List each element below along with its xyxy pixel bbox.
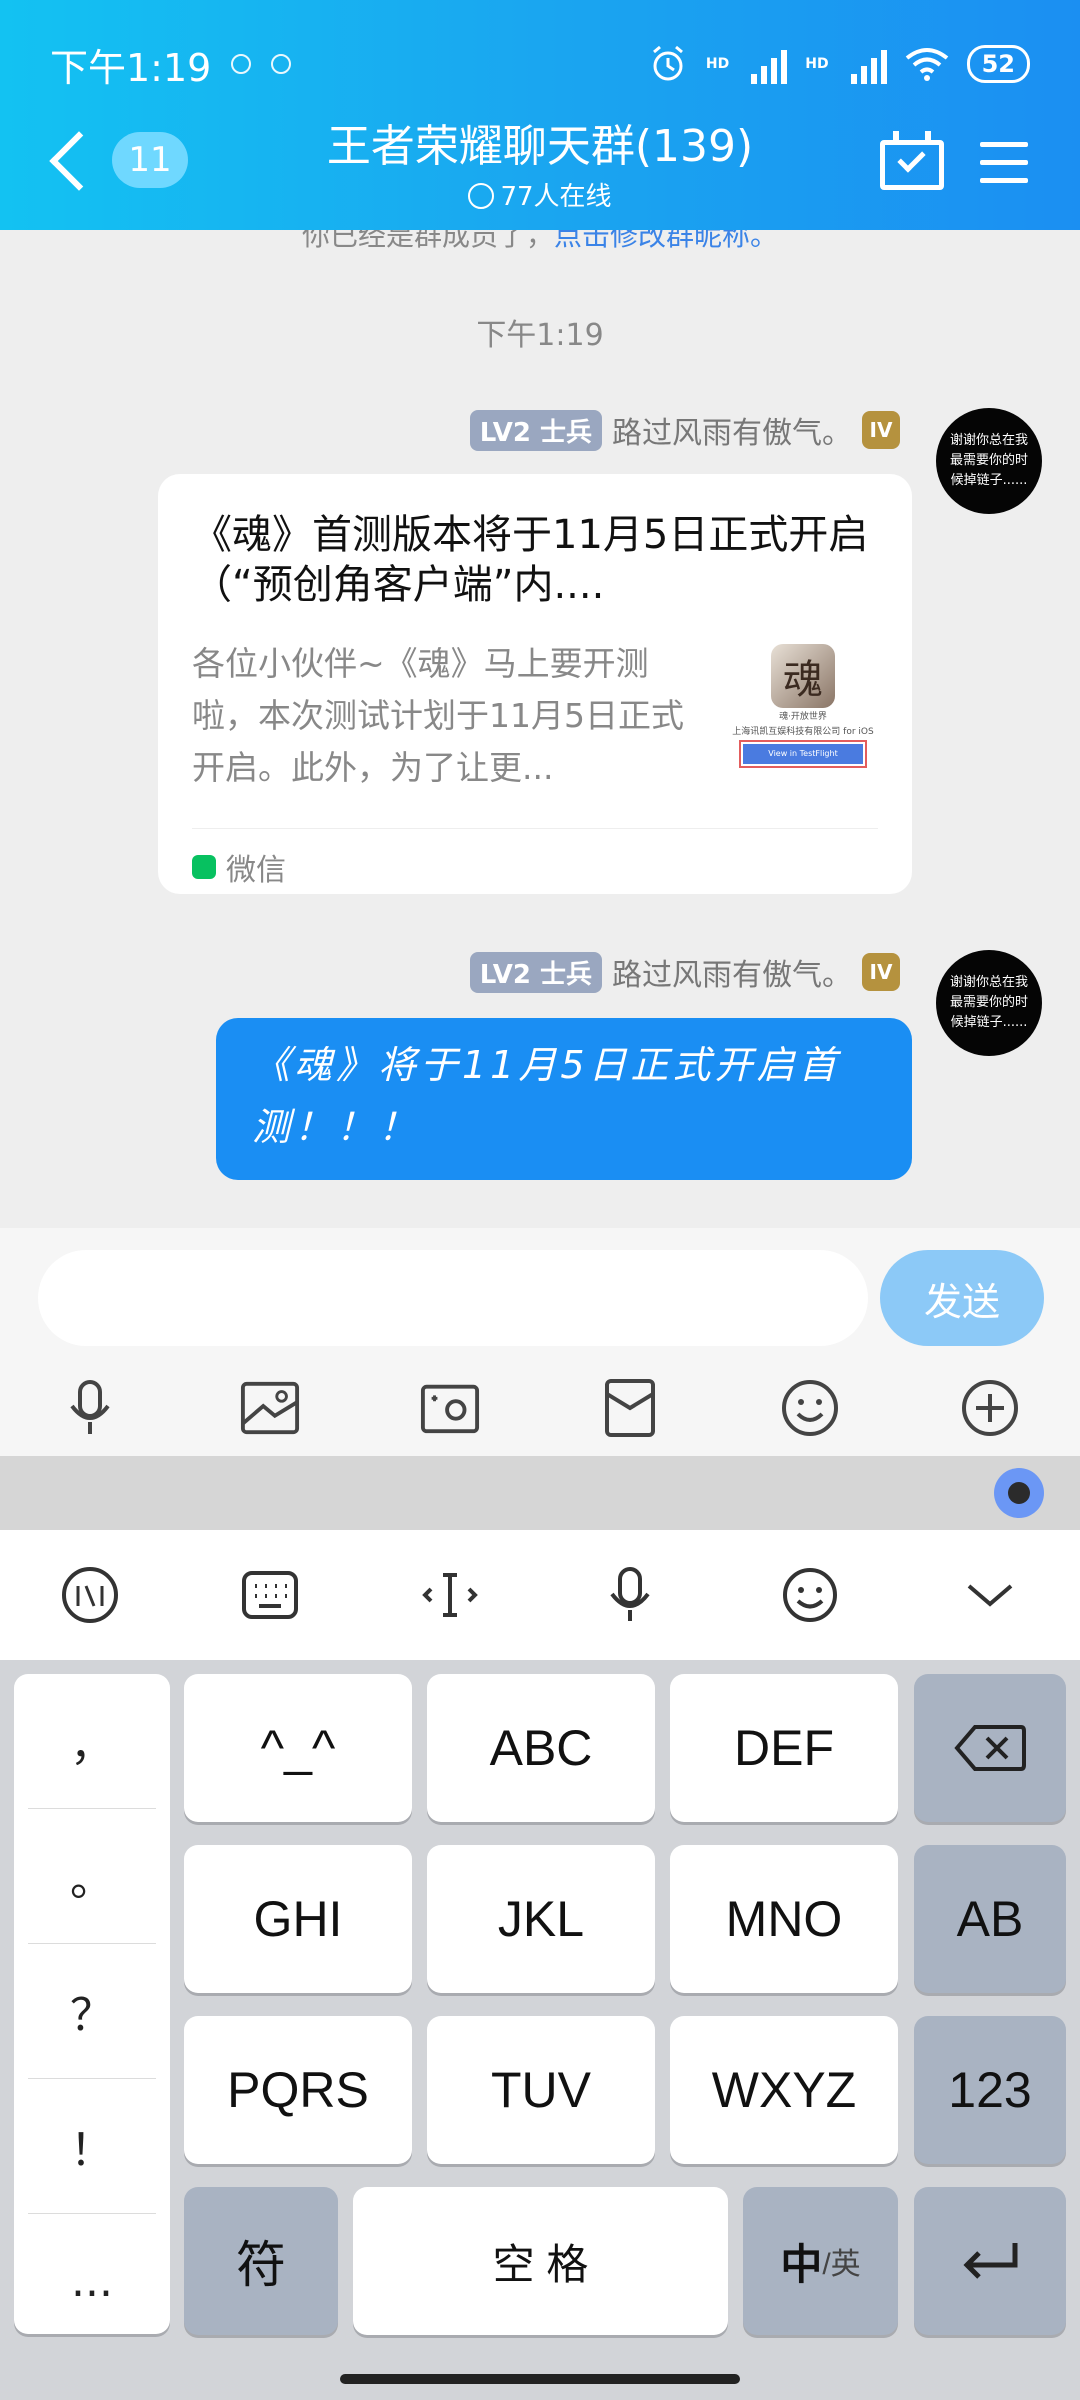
- avatar[interactable]: 谢谢你总在我最需要你的时候掉链子......: [936, 408, 1042, 514]
- wechat-icon: [192, 855, 216, 879]
- punctuation-column: ， 。 ？ ！ ...: [14, 1674, 170, 2334]
- key-period[interactable]: 。: [28, 1809, 156, 1944]
- emoji-icon[interactable]: [780, 1378, 840, 1438]
- calendar-check-icon[interactable]: [880, 131, 944, 190]
- share-card[interactable]: 《魂》首测版本将于11月5日正式开启（“预创角客户端”内.... 各位小伙伴~《…: [158, 474, 912, 894]
- card-source: 微信: [192, 828, 878, 889]
- rank-crown-icon: IV: [862, 411, 900, 449]
- hd-label: HD: [805, 56, 829, 72]
- chat-title[interactable]: 王者荣耀聊天群(139): [250, 110, 830, 174]
- rename-nickname-link[interactable]: 点击修改群昵称。: [554, 230, 778, 252]
- online-count: 77人在线: [250, 176, 830, 213]
- message-bubble[interactable]: 《魂》将于11月5日正式开启首测！！！: [216, 1018, 912, 1180]
- menu-icon[interactable]: [980, 142, 1028, 196]
- hd-label: HD: [705, 56, 730, 72]
- key-zh-en[interactable]: 中/英: [743, 2187, 898, 2335]
- backspace-key[interactable]: [914, 1674, 1066, 1822]
- header: 下午1:19 HD HD 52 11 王者荣耀聊天群(139) 77人在线: [0, 0, 1080, 230]
- time-divider: 下午1:19: [476, 318, 604, 353]
- keyboard: ， 。 ？ ！ ... ^_^ ABC DEF GHI JKL MNO AB P…: [0, 1660, 1080, 2400]
- card-thumbnail: 魂 魂·开放世界 上海讯凯互娱科技有限公司 for iOS View in Te…: [728, 644, 878, 784]
- enter-key[interactable]: [914, 2187, 1066, 2335]
- notification-icon: [231, 54, 252, 74]
- app-icon: 魂: [771, 644, 835, 708]
- toolbar: [0, 1368, 1080, 1448]
- status-bar: 下午1:19 HD HD 52: [50, 34, 1030, 94]
- sender-row: LV2 士兵 路过风雨有傲气。 IV: [469, 408, 900, 452]
- voice-icon[interactable]: [600, 1565, 660, 1625]
- level-badge: LV2 士兵: [469, 951, 602, 993]
- thumb-title: 魂·开放世界: [779, 712, 827, 722]
- card-description: 各位小伙伴~《魂》马上要开测啦，本次测试计划于11月5日正式开启。此外，为了让更…: [192, 644, 684, 787]
- image-icon[interactable]: [240, 1378, 300, 1438]
- space-key[interactable]: 空 格: [353, 2187, 728, 2335]
- signal-icon: [751, 44, 788, 84]
- key-mno[interactable]: MNO: [670, 1845, 898, 1993]
- alarm-icon: [652, 45, 683, 81]
- thumb-subtitle: 上海讯凯互娱科技有限公司 for iOS: [732, 727, 874, 737]
- redpacket-icon[interactable]: [600, 1378, 660, 1438]
- collapse-icon[interactable]: [960, 1565, 1020, 1625]
- key-def[interactable]: DEF: [670, 1674, 898, 1822]
- check-icon: [468, 183, 495, 209]
- backspace-icon: [954, 1725, 1026, 1771]
- system-notice: 你已经是群成员了，点击修改群昵称。: [0, 230, 1080, 254]
- back-button[interactable]: [49, 131, 109, 191]
- message-input[interactable]: [38, 1250, 868, 1346]
- chat-area[interactable]: 你已经是群成员了，点击修改群昵称。 下午1:19 LV2 士兵 路过风雨有傲气。…: [0, 230, 1080, 1228]
- en-label: /英: [822, 2248, 861, 2281]
- key-123[interactable]: 123: [914, 2016, 1066, 2164]
- battery-indicator: 52: [966, 45, 1030, 83]
- zh-label: 中: [780, 2240, 823, 2288]
- input-bar: 发送: [0, 1228, 1080, 1456]
- key-wxyz[interactable]: WXYZ: [670, 2016, 898, 2164]
- key-symbol[interactable]: 符: [184, 2187, 338, 2335]
- card-title: 《魂》首测版本将于11月5日正式开启（“预创角客户端”内....: [192, 512, 869, 608]
- cursor-icon[interactable]: [420, 1565, 480, 1625]
- signal-icon: [850, 44, 887, 84]
- online-label: 77人在线: [500, 182, 612, 212]
- level-badge: LV2 士兵: [469, 409, 602, 451]
- send-button[interactable]: 发送: [880, 1250, 1044, 1346]
- enter-icon: [963, 2243, 1018, 2279]
- ime-top-strip: [0, 1456, 1080, 1530]
- rank-crown-icon: IV: [862, 953, 900, 991]
- key-comma[interactable]: ，: [28, 1674, 156, 1809]
- ime-assistant-icon[interactable]: [994, 1468, 1044, 1518]
- home-indicator[interactable]: [340, 2374, 740, 2384]
- source-label: 微信: [226, 853, 286, 888]
- sender-name[interactable]: 路过风雨有傲气。: [612, 950, 852, 994]
- camera-icon[interactable]: [420, 1378, 480, 1438]
- system-notice-text: 你已经是群成员了，: [301, 230, 554, 252]
- unread-badge[interactable]: 11: [112, 132, 188, 188]
- xunfei-logo-icon[interactable]: [60, 1565, 120, 1625]
- key-exclamation[interactable]: ！: [28, 2079, 156, 2214]
- wifi-icon: [905, 48, 948, 81]
- sender-name[interactable]: 路过风雨有傲气。: [612, 408, 852, 452]
- thumb-button: View in TestFlight: [739, 740, 867, 768]
- ime-toolbar: [0, 1530, 1080, 1660]
- key-pqrs[interactable]: PQRS: [184, 2016, 412, 2164]
- mic-icon[interactable]: [60, 1378, 120, 1438]
- key-ab[interactable]: AB: [914, 1845, 1066, 1993]
- plus-icon[interactable]: [960, 1378, 1020, 1438]
- key-emoticon[interactable]: ^_^: [184, 1674, 412, 1822]
- emoji-icon[interactable]: [780, 1565, 840, 1625]
- key-question[interactable]: ？: [28, 1944, 156, 2079]
- notification-icon: [271, 54, 292, 74]
- key-ellipsis[interactable]: ...: [28, 2214, 156, 2348]
- status-time: 下午1:19: [50, 45, 212, 90]
- key-ghi[interactable]: GHI: [184, 1845, 412, 1993]
- key-abc[interactable]: ABC: [427, 1674, 655, 1822]
- sender-row: LV2 士兵 路过风雨有傲气。 IV: [469, 950, 900, 994]
- key-tuv[interactable]: TUV: [427, 2016, 655, 2164]
- keyboard-icon[interactable]: [240, 1565, 300, 1625]
- key-jkl[interactable]: JKL: [427, 1845, 655, 1993]
- avatar[interactable]: 谢谢你总在我最需要你的时候掉链子......: [936, 950, 1042, 1056]
